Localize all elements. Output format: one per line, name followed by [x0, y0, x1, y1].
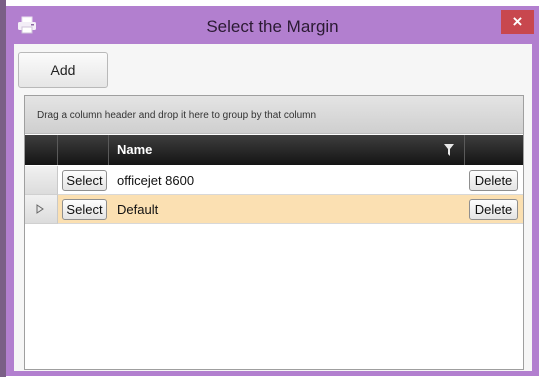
select-cell: Select	[58, 166, 109, 195]
add-button[interactable]: Add	[18, 52, 108, 88]
margins-grid: Drag a column header and drop it here to…	[24, 95, 524, 370]
row-indicator[interactable]	[25, 166, 58, 195]
title-bar[interactable]: Select the Margin ×	[6, 6, 539, 44]
name-cell[interactable]: Default	[109, 195, 465, 224]
name-cell[interactable]: officejet 8600	[109, 166, 465, 195]
name-column-label: Name	[117, 142, 153, 157]
indicator-header	[25, 135, 58, 165]
delete-cell: Delete	[465, 166, 523, 195]
filter-icon[interactable]	[444, 144, 454, 156]
row-indicator[interactable]	[25, 195, 58, 224]
current-row-arrow-icon	[36, 204, 44, 214]
delete-cell: Delete	[465, 195, 523, 224]
margin-dialog: Select the Margin × Add Drag a column he…	[6, 6, 539, 376]
close-button[interactable]: ×	[501, 10, 534, 34]
delete-button[interactable]: Delete	[469, 170, 518, 191]
window-title: Select the Margin	[206, 17, 339, 36]
dialog-frame: Select the Margin × Add Drag a column he…	[0, 0, 541, 377]
select-cell: Select	[58, 195, 109, 224]
grid-header: Name	[25, 135, 523, 165]
dialog-body: Add Drag a column header and drop it her…	[14, 44, 532, 371]
select-button[interactable]: Select	[62, 170, 107, 191]
delete-button[interactable]: Delete	[469, 199, 518, 220]
margin-name: officejet 8600	[117, 173, 195, 188]
margin-name: Default	[117, 202, 159, 217]
table-row[interactable]: Select Default Delete	[25, 195, 523, 224]
table-row[interactable]: Select officejet 8600 Delete	[25, 166, 523, 195]
delete-column-header	[465, 135, 523, 165]
select-button[interactable]: Select	[62, 199, 107, 220]
group-by-panel[interactable]: Drag a column header and drop it here to…	[25, 96, 523, 134]
name-column-header[interactable]: Name	[109, 135, 465, 165]
select-column-header	[58, 135, 109, 165]
